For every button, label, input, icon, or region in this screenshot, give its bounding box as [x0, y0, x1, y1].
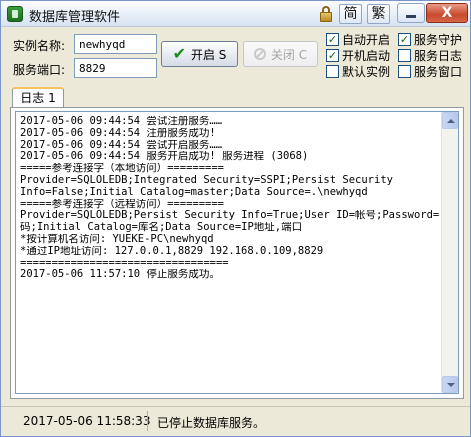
close-button[interactable]: X	[426, 3, 468, 23]
log-line: 码;Initial Catalog=库名;Data Source=IP地址,端口	[20, 222, 303, 234]
log-content: 2017-05-06 09:44:54 尝试注册服务…… 2017-05-06 …	[20, 116, 440, 281]
checkbox-box: ✓	[326, 32, 339, 46]
auto-start-checkbox[interactable]: ✓ 自动开启	[326, 31, 390, 47]
minimize-button[interactable]	[397, 3, 425, 23]
window-title: 数据库管理软件	[29, 10, 121, 25]
start-button-label: 开启 S	[190, 47, 227, 62]
default-instance-checkbox[interactable]: 默认实例	[326, 63, 390, 79]
status-divider	[147, 411, 148, 431]
service-port-label: 服务端口:	[13, 63, 66, 77]
log-line: *按计算机名访问: YUEKE-PC\newhyqd	[20, 233, 214, 245]
service-port-input[interactable]	[74, 58, 157, 78]
title-bar[interactable]: 数据库管理软件 简 繁 X	[1, 1, 470, 27]
log-line: 2017-05-06 09:44:54 尝试注册服务……	[20, 116, 223, 127]
log-line: 2017-05-06 09:44:54 注册服务成功!	[20, 127, 216, 139]
log-tab-panel: 2017-05-06 09:44:54 尝试注册服务…… 2017-05-06 …	[10, 107, 464, 399]
simplified-chinese-button[interactable]: 简	[339, 4, 362, 24]
log-line: =====参考连接字（本地访问）=========	[20, 163, 225, 175]
checkbox-label: 默认实例	[342, 64, 391, 79]
stop-button-label: 关闭 C	[270, 47, 308, 62]
stop-button[interactable]: 关闭 C	[243, 41, 318, 67]
arrow-down-icon	[447, 383, 455, 387]
checkbox-box	[398, 64, 411, 78]
checkbox-label: 服务日志	[414, 48, 463, 63]
instance-name-input[interactable]	[74, 34, 157, 54]
service-log-checkbox[interactable]: 服务日志	[398, 47, 462, 63]
log-line: Provider=SQLOLEDB;Integrated Security=SS…	[20, 174, 393, 186]
boot-start-checkbox[interactable]: ✓ 开机启动	[326, 47, 390, 63]
checkbox-box: ✓	[326, 48, 339, 62]
scroll-down-button[interactable]	[442, 376, 458, 393]
status-bar: 2017-05-06 11:58:33 已停止数据库服务。	[1, 406, 470, 436]
log-line: =================================	[20, 257, 229, 269]
minimize-icon	[406, 15, 416, 18]
log-line: 2017-05-06 09:44:54 尝试开启服务……	[20, 139, 223, 151]
log-line: 2017-05-06 11:57:10 停止服务成功。	[20, 269, 220, 281]
log-line: *通过IP地址访问: 127.0.0.1,8829 192.168.0.109,…	[20, 245, 324, 257]
checkbox-box: ✓	[398, 32, 411, 46]
log-line: Provider=SQLOLEDB;Persist Security Info=…	[20, 210, 440, 222]
tab-log-1[interactable]: 日志 1	[12, 87, 64, 108]
traditional-chinese-button[interactable]: 繁	[367, 4, 390, 24]
start-button[interactable]: ✔ 开启 S	[161, 41, 238, 67]
check-icon: ✔	[172, 44, 186, 63]
checkbox-label: 开机启动	[342, 48, 391, 63]
database-icon	[7, 6, 23, 22]
checkbox-label: 服务窗口	[414, 64, 463, 79]
log-line: 2017-05-06 09:44:54 服务开启成功! 服务进程 (3068)	[20, 151, 309, 163]
log-textarea[interactable]: 2017-05-06 09:44:54 尝试注册服务…… 2017-05-06 …	[15, 111, 459, 394]
status-message: 已停止数据库服务。	[157, 416, 266, 430]
lock-icon[interactable]	[319, 5, 333, 23]
prohibited-icon	[253, 48, 266, 60]
app-window: 数据库管理软件 简 繁 X 实例名称: 服务端口: ✔ 开启 S 关闭 C ✓ …	[0, 0, 471, 437]
scroll-up-button[interactable]	[442, 112, 458, 129]
checkbox-box	[398, 48, 411, 62]
service-guard-checkbox[interactable]: ✓ 服务守护	[398, 31, 462, 47]
checkbox-label: 自动开启	[342, 32, 391, 47]
arrow-up-icon	[447, 119, 455, 123]
instance-name-label: 实例名称:	[13, 39, 66, 53]
status-time: 2017-05-06 11:58:33	[23, 414, 151, 428]
log-scrollbar[interactable]	[441, 112, 458, 393]
log-line: =====参考连接字（远程访问）=========	[20, 198, 225, 210]
service-window-checkbox[interactable]: 服务窗口	[398, 63, 462, 79]
checkbox-box	[326, 64, 339, 78]
checkbox-label: 服务守护	[414, 32, 463, 47]
log-line: Info=False;Initial Catalog=master;Data S…	[20, 186, 368, 198]
